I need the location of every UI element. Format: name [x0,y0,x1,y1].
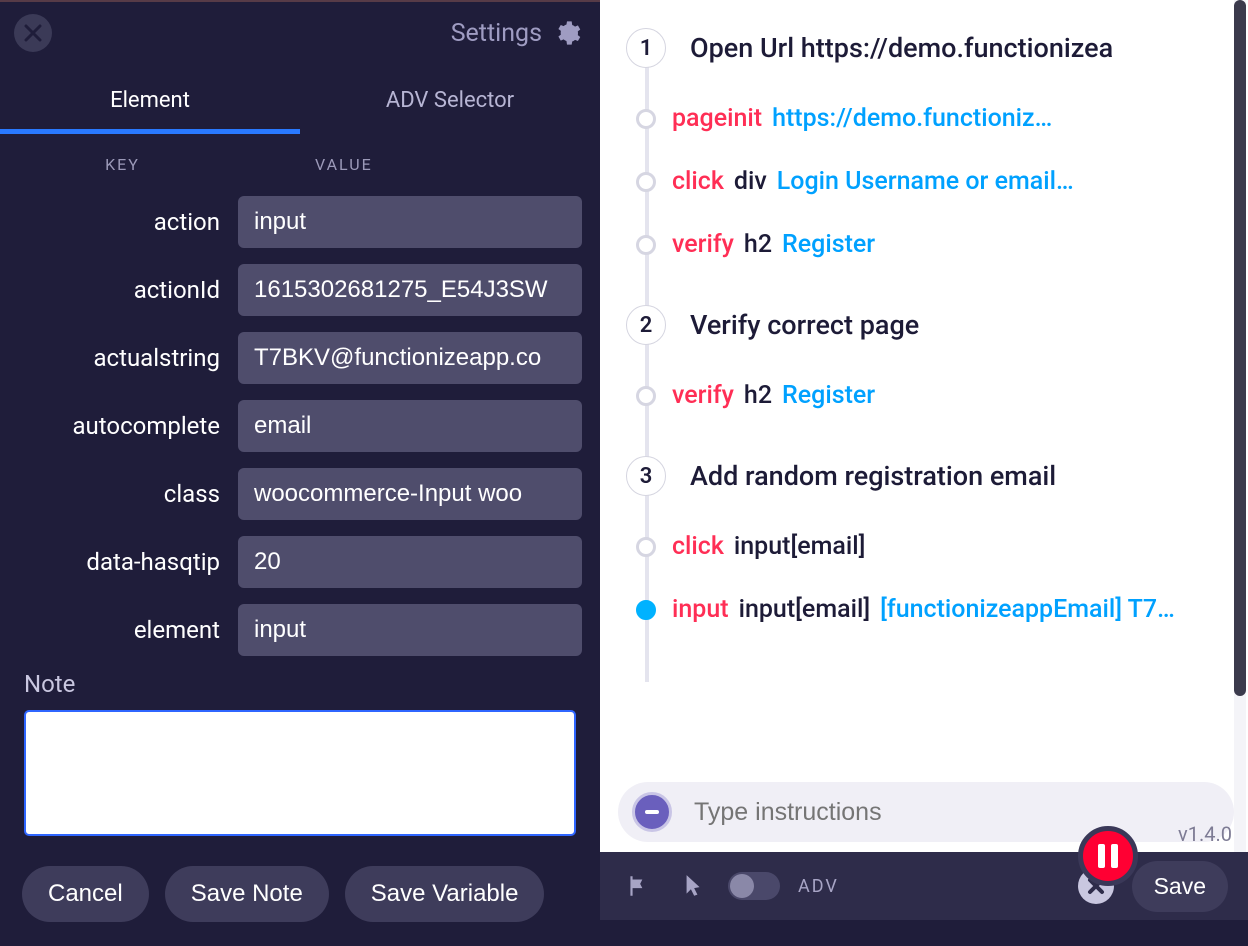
substep-dot-icon [636,386,656,406]
step-title: Add random registration email [690,460,1238,492]
step-number: 3 [626,456,666,496]
kv-key: actionId [0,276,238,304]
substep-action: click [672,167,724,196]
steps-list: 1 Open Url https://demo.functionizea pag… [600,0,1248,782]
kv-row: actualstring [0,328,600,396]
note-area: Note [0,656,600,840]
step-header[interactable]: 2 Verify correct page [626,305,1238,345]
substep-action: verify [672,381,734,410]
kv-key: action [0,208,238,236]
substep-target: [functionizeappEmail] T7… [880,595,1175,624]
adv-label: ADV [798,876,839,897]
timeline-line [645,52,649,682]
kv-row: class [0,464,600,532]
right-footer: v1.4.0 ADV Save [600,852,1248,920]
step-title: Verify correct page [690,309,1238,341]
settings-link[interactable]: Settings [451,18,582,48]
kv-row: data-hasqtip [0,532,600,600]
substep[interactable]: verify h2 Register [636,381,1238,410]
kv-row: element [0,600,600,656]
right-panel: 1 Open Url https://demo.functionizea pag… [600,0,1248,920]
substep-elem: div [734,167,767,196]
substep-target: https://demo.functioniz… [772,104,1052,133]
substep-elem: input[email] [734,532,866,561]
adv-toggle[interactable] [728,872,780,900]
instructions-bar [618,782,1234,842]
substep[interactable]: click input[email] [636,532,1238,561]
substep-dot-icon [636,109,656,129]
kv-value-input[interactable] [238,604,582,656]
kv-header: KEY VALUE [0,129,600,192]
substep-action: verify [672,230,734,259]
kv-value-input[interactable] [238,468,582,520]
kv-key: element [0,616,238,644]
step-title: Open Url https://demo.functionizea [690,32,1238,64]
pointer-icon [679,873,705,899]
substep[interactable]: pageinit https://demo.functioniz… [636,104,1238,133]
pause-icon [1098,844,1118,868]
save-variable-button[interactable]: Save Variable [345,866,545,922]
tab-underline-active [0,129,300,134]
substep-elem: input[email] [739,595,871,624]
substep-dot-icon [636,600,656,620]
remove-step-button[interactable] [632,792,672,832]
substep-dot-icon [636,172,656,192]
flag-icon [625,873,651,899]
flag-icon-button[interactable] [620,868,656,904]
close-icon [24,24,42,42]
gear-icon [552,18,582,48]
minus-icon [642,802,662,822]
substep-dot-icon [636,235,656,255]
kv-header-key: KEY [0,155,245,174]
save-button[interactable]: Save [1132,861,1228,912]
close-button[interactable] [14,14,52,52]
substep-action: pageinit [672,104,762,133]
kv-rows: action actionId actualstring autocomplet… [0,192,600,656]
step-number: 2 [626,305,666,345]
substep[interactable]: input input[email] [functionizeappEmail]… [636,595,1238,624]
substep-elem: h2 [744,381,772,410]
step-header[interactable]: 1 Open Url https://demo.functionizea [626,28,1238,68]
tab-adv-selector[interactable]: ADV Selector [300,74,600,129]
left-footer: Cancel Save Note Save Variable [0,840,600,946]
settings-label: Settings [451,19,542,48]
left-panel: Settings Element ADV Selector KEY VALUE … [0,0,600,920]
adv-toggle-knob [730,874,754,898]
step-header[interactable]: 3 Add random registration email [626,456,1238,496]
kv-key: class [0,480,238,508]
note-label: Note [24,670,576,698]
kv-row: autocomplete [0,396,600,464]
pause-button[interactable] [1078,826,1138,886]
substep[interactable]: click div Login Username or email… [636,167,1238,196]
kv-value-input[interactable] [238,536,582,588]
kv-key: actualstring [0,344,238,372]
kv-key: autocomplete [0,412,238,440]
substep-dot-icon [636,537,656,557]
kv-row: actionId [0,260,600,328]
substep-target: Register [782,230,875,259]
substep-elem: h2 [744,230,772,259]
substep-target: Register [782,381,875,410]
substep-action: input [672,595,729,624]
note-textarea[interactable] [24,710,576,836]
version-label: v1.4.0 [1178,822,1232,846]
kv-value-input[interactable] [238,264,582,316]
tab-element[interactable]: Element [0,74,300,129]
substep-target: Login Username or email… [777,167,1074,196]
pointer-icon-button[interactable] [674,868,710,904]
kv-row: action [0,192,600,260]
instructions-input[interactable] [694,798,1220,827]
kv-header-value: VALUE [245,155,600,174]
substep-action: click [672,532,724,561]
kv-value-input[interactable] [238,196,582,248]
save-note-button[interactable]: Save Note [165,866,329,922]
kv-key: data-hasqtip [0,548,238,576]
substep[interactable]: verify h2 Register [636,230,1238,259]
kv-value-input[interactable] [238,332,582,384]
left-header: Settings [0,2,600,58]
kv-value-input[interactable] [238,400,582,452]
cancel-button[interactable]: Cancel [22,866,149,922]
tabs: Element ADV Selector [0,74,600,129]
step-number: 1 [626,28,666,68]
